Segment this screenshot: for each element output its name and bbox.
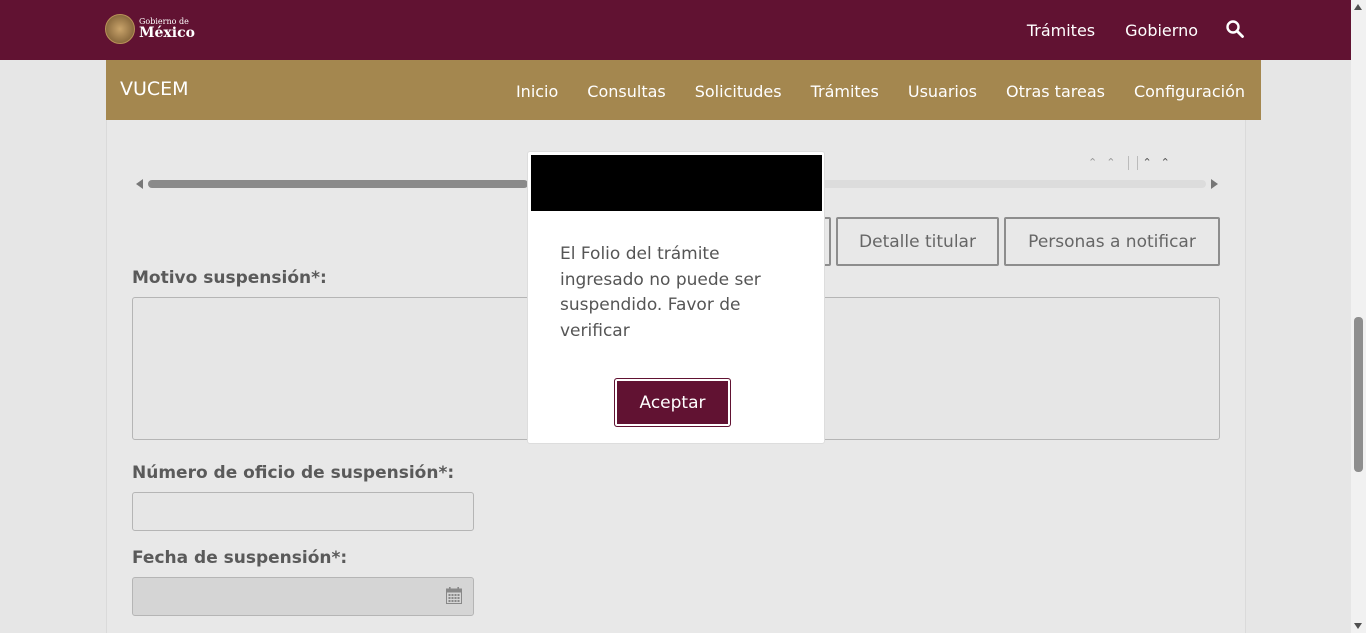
gobierno-mexico-logo[interactable]: Gobierno de México	[105, 14, 195, 44]
nav-inicio[interactable]: Inicio	[516, 82, 558, 101]
nav-consultas[interactable]: Consultas	[587, 82, 665, 101]
collapse-carets[interactable]: ⌃⌃ ⌃⌃	[1088, 156, 1179, 170]
dialog-message: El Folio del trámite ingresado no puede …	[560, 244, 761, 341]
nav-usuarios[interactable]: Usuarios	[908, 82, 977, 101]
nav-otras-tareas[interactable]: Otras tareas	[1006, 82, 1105, 101]
scroll-up-icon[interactable]	[1354, 4, 1362, 10]
search-icon[interactable]	[1226, 20, 1246, 40]
scroll-down-icon[interactable]	[1354, 623, 1362, 629]
gov-nav-tramites[interactable]: Trámites	[1027, 21, 1095, 40]
nav-solicitudes[interactable]: Solicitudes	[695, 82, 782, 101]
alert-dialog: El Folio del trámite ingresado no puede …	[527, 151, 825, 444]
tab-personas-notificar[interactable]: Personas a notificar	[1004, 217, 1220, 266]
scroll-right-icon[interactable]	[1211, 179, 1218, 189]
vucem-header: VUCEM Inicio Consultas Solicitudes Trámi…	[106, 60, 1261, 120]
vucem-nav: Inicio Consultas Solicitudes Trámites Us…	[487, 82, 1245, 101]
divider	[1137, 156, 1139, 170]
calendar-icon[interactable]	[446, 587, 462, 604]
nav-tramites[interactable]: Trámites	[811, 82, 879, 101]
motivo-label: Motivo suspensión*:	[132, 268, 327, 288]
dialog-header	[531, 155, 822, 211]
national-seal-icon	[105, 14, 135, 44]
fecha-input[interactable]	[132, 577, 474, 616]
gov-nav-gobierno[interactable]: Gobierno	[1125, 21, 1198, 40]
caret-up-icon[interactable]: ⌃	[1088, 156, 1106, 169]
caret-up-icon[interactable]: ⌃	[1161, 156, 1179, 169]
vucem-title[interactable]: VUCEM	[120, 78, 189, 100]
caret-up-icon[interactable]: ⌃	[1142, 156, 1160, 169]
scroll-thumb[interactable]	[148, 180, 528, 188]
page-scrollbar[interactable]	[1351, 0, 1366, 633]
nav-configuracion[interactable]: Configuración	[1134, 82, 1245, 101]
gov-header: Gobierno de México Trámites Gobierno	[0, 0, 1351, 60]
oficio-input[interactable]	[132, 492, 474, 531]
logo-big-text: México	[139, 25, 195, 41]
oficio-label: Número de oficio de suspensión*:	[132, 463, 455, 483]
scroll-left-icon[interactable]	[136, 179, 143, 189]
page-scroll-thumb[interactable]	[1354, 317, 1363, 472]
aceptar-button[interactable]: Aceptar	[614, 378, 731, 427]
tab-detalle-titular[interactable]: Detalle titular	[836, 217, 999, 266]
divider	[1128, 156, 1130, 170]
fecha-label: Fecha de suspensión*:	[132, 548, 348, 568]
caret-up-icon[interactable]: ⌃	[1106, 156, 1124, 169]
gov-nav: Trámites Gobierno	[997, 0, 1246, 60]
